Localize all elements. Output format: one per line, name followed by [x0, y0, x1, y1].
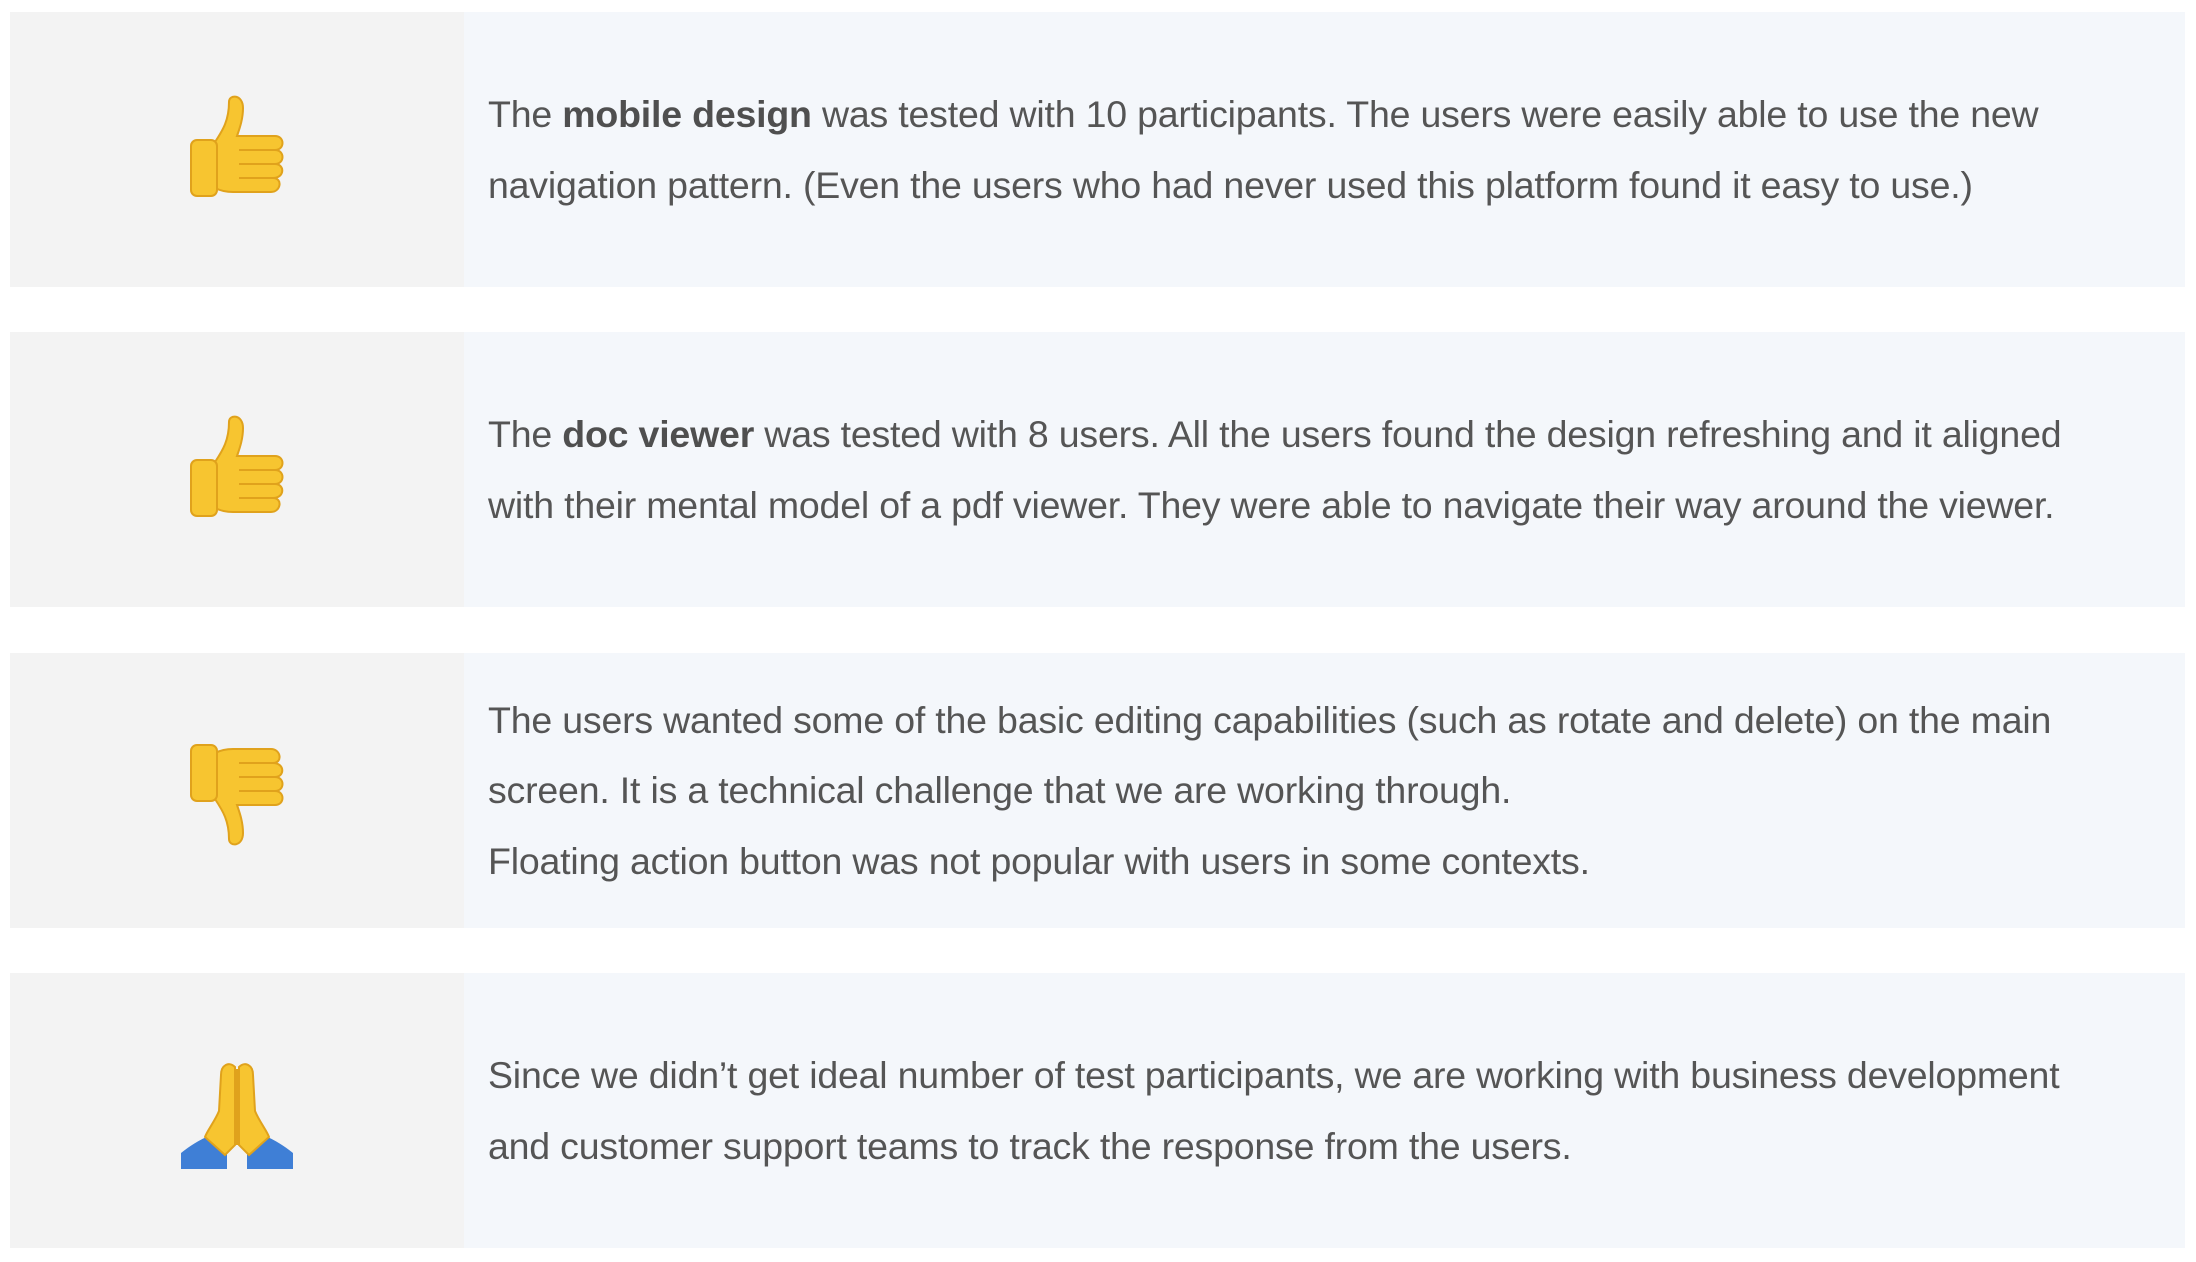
text-cell: The mobile design was tested with 10 par… [464, 12, 2185, 287]
text-line: The users wanted some of the basic editi… [488, 698, 2052, 741]
bold-phrase: mobile design [562, 93, 812, 135]
text-line: Since we didn’t get ideal number of test… [488, 1054, 2060, 1096]
icon-cell [10, 12, 464, 287]
text-segment: was tested with 10 participants. The use… [811, 93, 2039, 135]
icon-cell [10, 653, 464, 928]
text-line: and customer support teams to track the … [488, 1124, 1572, 1167]
text-segment: The [488, 413, 563, 455]
feedback-text: The doc viewer was tested with 8 users. … [488, 399, 2062, 540]
text-line: with their mental model of a pdf viewer.… [488, 483, 2055, 526]
text-line: The doc viewer was tested with 8 users. … [488, 399, 2062, 470]
text-line: Floating action button was not popular w… [488, 839, 1590, 882]
text-line: screen. It is a technical challenge that… [488, 769, 1512, 812]
text-segment: was tested with 8 users. All the users f… [754, 413, 2062, 455]
feedback-card-editing: The users wanted some of the basic editi… [10, 653, 2185, 928]
text-line: The mobile design was tested with 10 par… [488, 79, 2039, 150]
folded-hands-icon [177, 1051, 297, 1171]
thumbs-down-icon [177, 731, 297, 851]
icon-cell [10, 332, 464, 607]
feedback-card-participants: Since we didn’t get ideal number of test… [10, 973, 2185, 1248]
feedback-text: The users wanted some of the basic editi… [488, 685, 2051, 897]
text-cell: The doc viewer was tested with 8 users. … [464, 332, 2185, 607]
feedback-text: The mobile design was tested with 10 par… [488, 79, 2039, 220]
bold-phrase: doc viewer [562, 413, 755, 455]
text-segment: The [488, 93, 563, 135]
thumbs-up-icon [177, 410, 297, 530]
text-line: navigation pattern. (Even the users who … [488, 163, 1973, 206]
icon-cell [10, 973, 464, 1248]
feedback-card-doc-viewer: The doc viewer was tested with 8 users. … [10, 332, 2185, 607]
thumbs-up-icon [177, 90, 297, 210]
feedback-card-mobile-design: The mobile design was tested with 10 par… [10, 12, 2185, 287]
text-cell: Since we didn’t get ideal number of test… [464, 973, 2185, 1248]
feedback-text: Since we didn’t get ideal number of test… [488, 1040, 2060, 1181]
text-cell: The users wanted some of the basic editi… [464, 653, 2185, 928]
